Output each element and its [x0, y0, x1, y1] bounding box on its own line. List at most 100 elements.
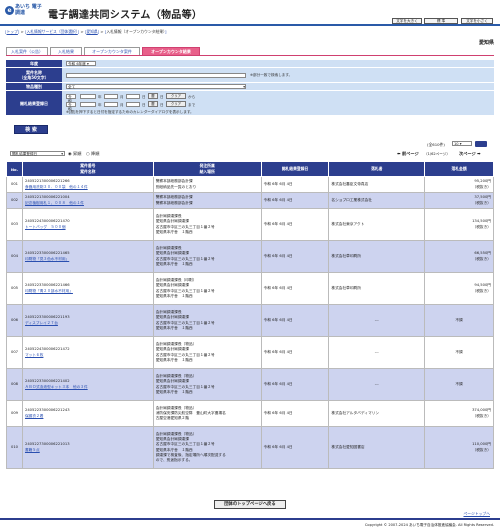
breadcrumb-top[interactable]: トップ [6, 29, 17, 34]
amount-value: 不調 [455, 381, 463, 386]
row-no: 003 [6, 208, 23, 241]
case-name-link[interactable]: ＡＢＯ式血液型キット３本 他の３件 [25, 385, 88, 389]
tax-note: （税抜き） [472, 256, 491, 261]
row-no: 004 [6, 240, 23, 273]
prev-page-link[interactable]: ⬅ 前ページ [397, 151, 419, 157]
case-name-link[interactable]: 食器用洗剤３０．００袋 他の１４件 [25, 185, 88, 189]
breadcrumb-current: 入札情報（オープンカウンタ結果） [106, 29, 165, 34]
row-amount: 374,000円 （税抜き） [424, 400, 494, 427]
to-calendar-button[interactable]: 暦 [148, 101, 158, 107]
copyright: Copyright © 2007-2024 あいち電子自治体推進協議会. All… [364, 523, 494, 527]
per-page-button[interactable] [475, 141, 487, 147]
case-name-link[interactable]: 書籍５点 [25, 448, 40, 452]
case-name-link[interactable]: 記念植樹用札１，００８ 他の１件 [25, 201, 84, 205]
row-no: 005 [6, 272, 23, 305]
col-case: 案件番号 案件名称 [21, 161, 154, 177]
case-name-link[interactable]: トートバッグ ５００個 [25, 225, 66, 229]
case-name-link[interactable]: ディスプレイ２７台 [25, 321, 58, 325]
tax-note: （税抜き） [472, 413, 491, 418]
to-era-select[interactable]: 令和 [66, 102, 76, 111]
row-winner: 株式会社草印刷所 [328, 272, 426, 305]
row-winner: 名ショプロ工業株式会社 [328, 192, 426, 209]
delivery-place: 警察本部総務部会計課 [155, 200, 193, 205]
row-org: 会計局調達課長（物品） 愛知県会計局調達課 名古屋市中区三の丸三丁目１番２号 愛… [152, 368, 262, 401]
tab-bid-notice[interactable]: 入札案件（公告） [6, 47, 48, 55]
page-info: （1/62ページ） [424, 152, 450, 156]
row-no: 008 [6, 368, 23, 401]
sort-desc-radio[interactable]: ○ 降順 [86, 151, 99, 157]
col-date: 開札結果登録日 [260, 161, 330, 177]
case-name-link[interactable]: 印刷物「青２０部水不材用」 [25, 289, 73, 293]
category-select[interactable]: 全て ▾ [66, 84, 246, 89]
order-dept: 会計局調達課長（物品） 愛知県会計局調達課 名古屋市中区三の丸三丁目１番２号 愛… [155, 342, 215, 362]
case-name-link[interactable]: マット６枚 [25, 353, 43, 357]
from-day-input[interactable] [126, 94, 140, 99]
search-button[interactable]: 検 索 [14, 125, 48, 134]
table-row: 008 2405223300006221402 ＡＢＯ式血液型キット３本 他の３件会… [6, 368, 494, 401]
result-date-label: 開札結果登録日 [6, 91, 62, 116]
font-small-button[interactable]: 文字を小さく [461, 18, 493, 24]
amount-value: 不調 [455, 349, 463, 354]
tax-note: （税抜き） [472, 224, 491, 229]
row-amount: 不調 [424, 304, 494, 337]
row-date: 令和 6年 6月 4日 [260, 176, 330, 193]
order-dept: 会計局調達課長（物品） 愛知県会計局調達課 名古屋市中区三の丸三丁目１番２号 愛… [155, 431, 226, 462]
row-winner: 株式会社愛知図書店 [328, 426, 426, 469]
tab-open-counter-result[interactable]: オープンカウンタ結果 [142, 47, 200, 55]
row-org: 会計局調達課長（物品） 消防保安課防災航空隊 豊山町大字豊場名 古屋空港愛知県２… [152, 400, 262, 427]
sort-asc-radio[interactable]: ◉ 昇順 [68, 151, 81, 157]
row-case: 2405224300006221470 トートバッグ ５００個 [21, 208, 154, 241]
row-amount: 37,500円 （税抜き） [424, 192, 494, 209]
row-amount: 95,200円 （税抜き） [424, 176, 494, 193]
tab-open-counter-case[interactable]: オープンカウンタ案件 [84, 47, 140, 55]
from-calendar-button[interactable]: 暦 [148, 93, 158, 99]
page-top-link[interactable]: ページトップへ [463, 511, 490, 517]
order-dept: 会計局調達課長（物品） 消防保安課防災航空隊 豊山町大字豊場名 古屋空港愛知県２… [155, 405, 226, 421]
breadcrumb-service[interactable]: 入札情報サービス（団体選択） [26, 29, 77, 34]
amount-value: 不調 [455, 317, 463, 322]
per-page-select[interactable]: 10 ▾ [452, 141, 472, 146]
row-winner: 株式会社蕃臣文帝真店 [328, 176, 426, 193]
sort-select[interactable]: 開札結果登録日 ▾ [10, 151, 65, 156]
font-large-button[interactable]: 文字を大きく [392, 18, 422, 24]
row-org: 警察本部総務部会計課 警察本部総務部会計課 [152, 192, 262, 209]
to-day-input[interactable] [126, 102, 140, 107]
result-date-row: 令和 年 月 日 暦 日 クリア から 令和 年 月 日 暦 日 クリア まで … [62, 91, 494, 116]
year-select[interactable]: 令和 6年度 ▾ [66, 61, 96, 66]
tax-note: （税抜き） [472, 288, 491, 293]
row-amount: 不調 [424, 336, 494, 369]
to-month-input[interactable] [104, 102, 118, 107]
row-amount: 134,500円 （税抜き） [424, 208, 494, 241]
tab-bid-result[interactable]: 入札結果 [50, 47, 82, 55]
to-clear-button[interactable]: クリア [166, 101, 186, 107]
from-month-input[interactable] [104, 94, 118, 99]
from-clear-button[interactable]: クリア [166, 93, 186, 99]
row-org: 会計局調達課長（印刷） 愛知県会計局調達課 名古屋市中区三の丸三丁目１番２号 愛… [152, 272, 262, 305]
case-name-link[interactable]: 印刷物「見３色水不材用」 [25, 257, 69, 261]
row-winner: --- [328, 304, 426, 337]
calendar-note: ※[暦]を押下すると日付を指定するためのカレンダーダイアログを表示します。 [66, 110, 194, 114]
from-era-select[interactable]: 令和 [66, 94, 76, 103]
category-label: 物品種別 [6, 83, 62, 91]
case-name-input[interactable] [66, 73, 246, 78]
row-winner: --- [328, 368, 426, 401]
row-org: 会計局調達課長 愛知県会計局調達課 名古屋市中区三の丸三丁目１番２号 愛知県本庁… [152, 304, 262, 337]
row-date: 令和 6年 6月 4日 [260, 336, 330, 369]
breadcrumb-pref[interactable]: 愛知県 [86, 29, 97, 34]
row-date: 令和 6年 6月 4日 [260, 272, 330, 305]
to-year-input[interactable] [80, 102, 96, 107]
row-no: 007 [6, 336, 23, 369]
col-amount: 落札金額 [424, 161, 494, 177]
page-header: e あいち 電子調達 電子調達共同システム（物品等） 文字を大きく 標 準 文字… [0, 0, 500, 26]
prefecture-name: 愛知県 [478, 40, 494, 46]
case-name-link[interactable]: 保護衣２着 [25, 414, 43, 418]
results-table: No. 案件番号 案件名称 発注所属 納入場所 開札結果登録日 落札者 落札金額… [6, 161, 494, 469]
table-row: 005 2405223300006221466 印刷物「青２０部水不材用」 会計局調達… [6, 272, 494, 305]
back-to-top-button[interactable]: 団体のトップページへ戻る [214, 500, 286, 509]
row-winner: --- [328, 336, 426, 369]
row-amount: 66,550円 （税抜き） [424, 240, 494, 273]
font-standard-button[interactable]: 標 準 [424, 18, 458, 24]
from-year-input[interactable] [80, 94, 96, 99]
next-page-link[interactable]: 次ページ ➡ [459, 151, 481, 157]
row-no: 002 [6, 192, 23, 209]
